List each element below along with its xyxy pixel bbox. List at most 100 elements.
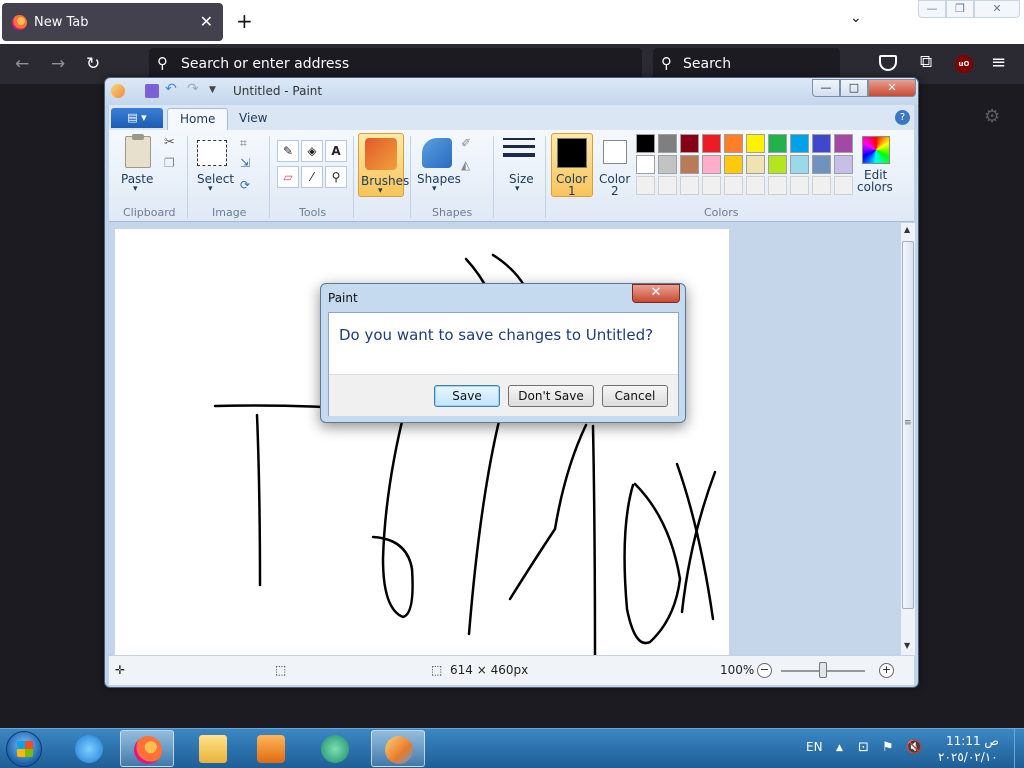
palette-swatch[interactable] [768, 134, 787, 153]
address-bar[interactable]: ⚲ Search or enter address [149, 48, 642, 80]
select-label[interactable]: Select [197, 172, 234, 186]
zoom-in-button[interactable]: + [879, 663, 894, 678]
palette-swatch[interactable] [746, 134, 765, 153]
vertical-scrollbar[interactable]: ▲ ≡ ▼ [900, 223, 915, 655]
clock-date[interactable]: ٢٠٢٥/٠٢/١٠ [938, 750, 998, 764]
select-icon[interactable] [197, 140, 227, 166]
redo-icon[interactable]: ↷ [187, 81, 201, 97]
dialog-close-button[interactable]: ✕ [632, 284, 680, 303]
cut-icon[interactable]: ✂ [164, 135, 175, 150]
text-tool-icon[interactable]: A [325, 140, 347, 162]
color2-swatch[interactable] [603, 140, 627, 164]
pocket-icon[interactable] [879, 55, 897, 71]
brushes-button[interactable]: Brushes ▾ [358, 133, 409, 197]
palette-swatch[interactable] [746, 176, 765, 195]
size-dropdown-icon[interactable]: ▾ [515, 184, 520, 194]
paste-icon[interactable] [125, 134, 151, 168]
save-button[interactable]: Save [434, 385, 500, 407]
start-button[interactable] [6, 731, 42, 767]
reload-icon[interactable]: ↻ [86, 54, 100, 74]
size-label[interactable]: Size [509, 172, 534, 186]
palette-swatch[interactable] [636, 155, 655, 174]
palette-swatch[interactable] [702, 134, 721, 153]
palette-swatch[interactable] [680, 155, 699, 174]
quick-access-dropdown-icon[interactable]: ▼ [209, 85, 223, 99]
list-all-tabs-button[interactable]: ⌄ [850, 10, 862, 26]
pencil-icon[interactable]: ✎ [277, 140, 299, 162]
back-arrow-icon[interactable]: ← [15, 54, 29, 74]
palette-swatch[interactable] [812, 176, 831, 195]
zoom-slider-thumb[interactable] [819, 662, 827, 678]
rotate-icon[interactable]: ⟳ [240, 178, 250, 192]
palette-swatch[interactable] [790, 155, 809, 174]
edit-colors-label-line2[interactable]: colors [857, 180, 893, 194]
scroll-down-icon[interactable]: ▼ [904, 641, 910, 650]
forward-arrow-icon[interactable]: → [51, 54, 65, 74]
window-restore-button[interactable]: ❐ [946, 0, 974, 18]
taskbar-app-file-explorer[interactable] [186, 730, 240, 767]
taskbar-app-internet-explorer[interactable] [62, 730, 116, 767]
resize-icon[interactable]: ⇲ [240, 156, 250, 170]
window-minimize-button[interactable]: — [918, 0, 946, 18]
palette-swatch[interactable] [636, 134, 655, 153]
shapes-dropdown-icon[interactable]: ▾ [432, 184, 437, 194]
palette-swatch[interactable] [636, 176, 655, 195]
palette-swatch[interactable] [834, 155, 853, 174]
clock-time[interactable]: 11:11 ص [946, 734, 999, 748]
paint-close-button[interactable]: ✕ [868, 79, 916, 97]
taskbar-app-5[interactable] [308, 730, 362, 767]
new-tab-button[interactable]: + [236, 9, 253, 33]
color1-button[interactable]: Color 1 [551, 133, 593, 198]
zoom-out-button[interactable]: − [757, 663, 772, 678]
color2-label-line2[interactable]: 2 [611, 184, 619, 198]
palette-swatch[interactable] [768, 176, 787, 195]
network-icon[interactable]: ⊡ [858, 740, 869, 755]
scroll-up-icon[interactable]: ▲ [904, 225, 910, 234]
palette-swatch[interactable] [790, 176, 809, 195]
palette-swatch[interactable] [680, 176, 699, 195]
palette-swatch[interactable] [834, 134, 853, 153]
volume-muted-icon[interactable]: 🔇 [906, 740, 922, 755]
color-picker-icon[interactable]: ⁄ [301, 166, 323, 188]
help-icon[interactable]: ? [895, 110, 910, 125]
extensions-icon[interactable]: ⧉ [920, 52, 932, 72]
undo-icon[interactable]: ↶ [165, 81, 179, 97]
palette-swatch[interactable] [768, 155, 787, 174]
paint-minimize-button[interactable]: — [812, 79, 840, 97]
copy-icon[interactable]: ❐ [164, 156, 175, 170]
cancel-button[interactable]: Cancel [602, 385, 668, 407]
palette-swatch[interactable] [724, 134, 743, 153]
search-bar[interactable]: ⚲ Search [653, 48, 840, 80]
dont-save-button[interactable]: Don't Save [508, 385, 594, 407]
taskbar-app-firefox[interactable] [120, 730, 174, 767]
shapes-icon[interactable] [422, 138, 452, 168]
show-desktop-button[interactable] [1014, 729, 1024, 768]
palette-swatch[interactable] [834, 176, 853, 195]
size-icon[interactable] [503, 138, 535, 164]
tab-close-icon[interactable]: ✕ [200, 12, 213, 31]
shape-fill-icon[interactable]: ◭ [461, 158, 470, 172]
file-menu-button[interactable]: ▤ ▾ [111, 108, 163, 128]
gear-icon[interactable]: ⚙ [984, 106, 1000, 127]
shape-outline-icon[interactable]: ✐ [461, 136, 471, 150]
fill-bucket-icon[interactable]: ◈ [301, 140, 323, 162]
eraser-icon[interactable]: ▱ [277, 166, 299, 188]
tab-home[interactable]: Home [167, 108, 229, 130]
palette-swatch[interactable] [724, 155, 743, 174]
palette-swatch[interactable] [812, 155, 831, 174]
palette-swatch[interactable] [702, 176, 721, 195]
palette-swatch[interactable] [724, 176, 743, 195]
taskbar-app-media-player[interactable] [244, 730, 298, 767]
select-dropdown-icon[interactable]: ▾ [208, 184, 213, 194]
shapes-label[interactable]: Shapes [417, 172, 461, 186]
paste-dropdown-icon[interactable]: ▾ [133, 184, 138, 194]
palette-swatch[interactable] [680, 134, 699, 153]
show-hidden-icons-icon[interactable]: ▲ [836, 743, 843, 753]
palette-swatch[interactable] [658, 155, 677, 174]
palette-swatch[interactable] [658, 176, 677, 195]
ublock-origin-icon[interactable]: uO [955, 55, 973, 73]
taskbar-app-paint[interactable] [371, 730, 425, 767]
palette-swatch[interactable] [702, 155, 721, 174]
paint-title-bar[interactable]: ↶ ↷ ▼ Untitled - Paint — □ ✕ [105, 78, 918, 105]
tab-new-tab[interactable]: New Tab ✕ [2, 3, 223, 41]
